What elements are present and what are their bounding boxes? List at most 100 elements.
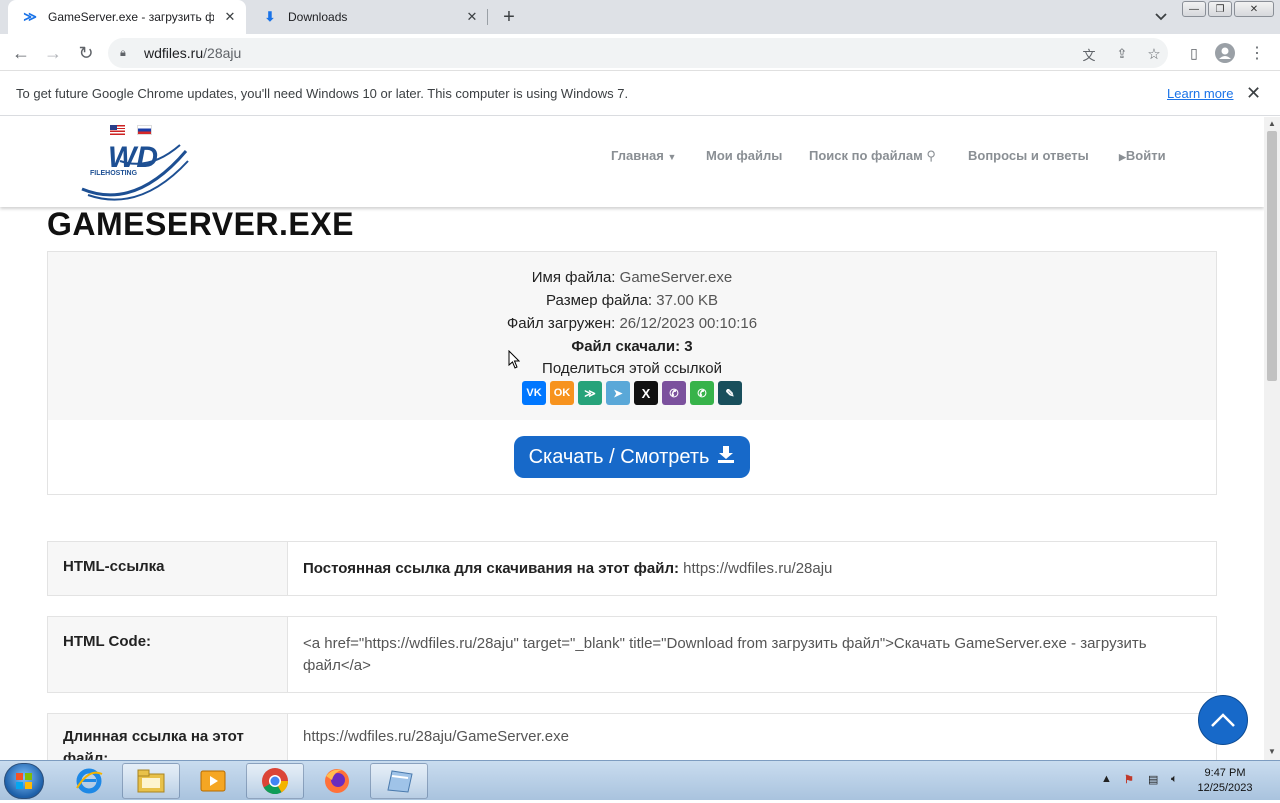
- odnoklassniki-icon[interactable]: OK: [550, 381, 574, 405]
- html-link-value-cell: Постоянная ссылка для скачивания на этот…: [288, 542, 1216, 595]
- restore-button[interactable]: ❐: [1208, 1, 1232, 17]
- page-scrollbar[interactable]: ▲ ▼: [1264, 117, 1280, 760]
- reload-button[interactable]: ↻: [73, 40, 99, 66]
- network-icon[interactable]: ▤: [1148, 773, 1158, 786]
- profile-avatar-icon[interactable]: [1212, 40, 1238, 66]
- file-size-label: Размер файла:: [546, 292, 653, 309]
- scroll-up-arrow-icon[interactable]: ▲: [1268, 119, 1276, 128]
- html-code-row: HTML Code: <a href="https://wdfiles.ru/2…: [47, 616, 1217, 693]
- internet-explorer-icon[interactable]: [60, 763, 118, 799]
- nav-login[interactable]: ▶Войти: [1119, 148, 1166, 163]
- tab-gameserver[interactable]: ≫ GameServer.exe - загрузить фай ✕: [8, 0, 246, 34]
- translate-icon[interactable]: 文: [1080, 45, 1098, 63]
- url-text: wdfiles.ru/28aju: [144, 45, 241, 61]
- new-tab-button[interactable]: +: [497, 5, 521, 29]
- windows-taskbar: ▲ ⚑ ▤ 🔈︎ 9:47 PM 12/25/2023: [0, 760, 1280, 800]
- system-clock[interactable]: 9:47 PM 12/25/2023: [1190, 766, 1260, 796]
- show-hidden-icons-icon[interactable]: ▲: [1101, 773, 1112, 785]
- lock-icon[interactable]: 🔒︎: [120, 47, 136, 60]
- russian-flag-icon[interactable]: [137, 125, 152, 135]
- file-heading: GAMESERVER.EXE: [47, 206, 354, 242]
- forward-button[interactable]: →: [40, 40, 66, 66]
- nav-home-label: Главная: [611, 148, 664, 163]
- infobar-message: To get future Google Chrome updates, you…: [16, 86, 629, 101]
- file-explorer-icon[interactable]: [122, 763, 180, 799]
- infobar-close-icon[interactable]: ✕: [1246, 83, 1261, 104]
- upload-date-row: Файл загружен: 26/12/2023 00:10:16: [48, 315, 1216, 332]
- permanent-link-label: Постоянная ссылка для скачивания на этот…: [303, 560, 679, 577]
- address-bar[interactable]: 🔒︎ wdfiles.ru/28aju 文 ⇪ ☆: [108, 38, 1168, 68]
- download-button[interactable]: Скачать / Смотреть: [514, 436, 750, 478]
- download-count: Файл скачали: 3: [571, 338, 693, 355]
- url-host: wdfiles.ru: [144, 45, 204, 61]
- file-info-panel: Имя файла: GameServer.exe Размер файла: …: [47, 251, 1217, 421]
- tab-downloads[interactable]: ⬇ Downloads ✕: [248, 0, 488, 34]
- tab-strip: ≫ GameServer.exe - загрузить фай ✕ ⬇ Dow…: [0, 0, 1280, 34]
- update-infobar: To get future Google Chrome updates, you…: [0, 71, 1280, 116]
- chrome-icon[interactable]: [246, 763, 304, 799]
- caret-down-icon: ▼: [667, 152, 677, 162]
- nav-login-label: Войти: [1125, 148, 1166, 163]
- whatsapp-icon[interactable]: ✆: [690, 381, 714, 405]
- html-code-value[interactable]: <a href="https://wdfiles.ru/28aju" targe…: [288, 617, 1216, 692]
- minimize-button[interactable]: —: [1182, 1, 1206, 17]
- tab-title: GameServer.exe - загрузить фай: [48, 10, 214, 24]
- side-panel-icon[interactable]: ▯: [1181, 40, 1207, 66]
- back-button[interactable]: ←: [8, 40, 34, 66]
- scroll-to-top-button[interactable]: [1198, 695, 1248, 745]
- file-size-value: 37.00 KB: [656, 292, 718, 309]
- scrollbar-thumb[interactable]: [1267, 131, 1277, 381]
- x-icon[interactable]: X: [634, 381, 658, 405]
- tab-close-icon[interactable]: ✕: [222, 9, 238, 25]
- page-viewport: WD FILEHOSTING Главная ▼ Мои файлы Поиск…: [0, 117, 1264, 760]
- scroll-down-arrow-icon[interactable]: ▼: [1268, 747, 1276, 756]
- volume-muted-icon[interactable]: 🔈︎: [1171, 773, 1178, 786]
- search-icon: ⚲: [926, 148, 936, 163]
- nav-search[interactable]: Поиск по файлам ⚲: [809, 148, 936, 164]
- html-link-row: HTML-ссылка Постоянная ссылка для скачив…: [47, 541, 1217, 596]
- wdfiles-favicon-icon: ≫: [23, 9, 37, 24]
- livejournal-icon[interactable]: ✎: [718, 381, 742, 405]
- vk-icon[interactable]: VK: [522, 381, 546, 405]
- site-logo[interactable]: WD FILEHOSTING: [80, 141, 190, 203]
- file-size-row: Размер файла: 37.00 KB: [48, 292, 1216, 309]
- window-close-button[interactable]: ✕: [1234, 1, 1274, 17]
- file-name-value: GameServer.exe: [619, 269, 733, 286]
- window-controls: — ❐ ✕: [1182, 1, 1274, 17]
- file-name-row: Имя файла: GameServer.exe: [48, 269, 1216, 286]
- english-flag-icon[interactable]: [110, 125, 125, 135]
- caret-right-icon: ▶: [1119, 152, 1126, 162]
- nav-home[interactable]: Главная ▼: [611, 148, 676, 163]
- download-icon: [717, 445, 735, 469]
- permanent-link-url[interactable]: https://wdfiles.ru/28aju: [683, 560, 832, 577]
- telegram-icon[interactable]: ➤: [606, 381, 630, 405]
- html-code-key: HTML Code:: [48, 617, 288, 692]
- app-window-icon[interactable]: [370, 763, 428, 799]
- nav-my-files[interactable]: Мои файлы: [706, 148, 782, 163]
- learn-more-link[interactable]: Learn more: [1167, 86, 1233, 101]
- file-name-label: Имя файла:: [531, 269, 616, 286]
- bookmark-star-icon[interactable]: ☆: [1145, 45, 1163, 63]
- share-buttons: VK OK ≫ ➤ X ✆ ✆ ✎: [522, 381, 742, 405]
- download-button-label: Скачать / Смотреть: [528, 445, 710, 468]
- nav-faq[interactable]: Вопросы и ответы: [968, 148, 1089, 163]
- tab-search-chevron-icon[interactable]: [1150, 6, 1172, 28]
- clock-time: 9:47 PM: [1204, 767, 1246, 779]
- upload-date-label: Файл загружен:: [506, 315, 616, 332]
- sferum-icon[interactable]: ≫: [578, 381, 602, 405]
- menu-kebab-icon[interactable]: ⋮: [1244, 40, 1270, 66]
- long-link-key: Длинная ссылка на этот файл:: [48, 714, 288, 760]
- start-button[interactable]: [4, 763, 44, 799]
- share-icon[interactable]: ⇪: [1113, 45, 1131, 63]
- long-link-value[interactable]: https://wdfiles.ru/28aju/GameServer.exe: [288, 714, 1216, 760]
- firefox-icon[interactable]: [308, 763, 366, 799]
- download-panel: Скачать / Смотреть: [47, 420, 1217, 495]
- tab-close-icon[interactable]: ✕: [464, 9, 480, 25]
- tab-title: Downloads: [288, 10, 348, 24]
- action-center-flag-icon[interactable]: ⚑: [1124, 773, 1134, 786]
- viber-icon[interactable]: ✆: [662, 381, 686, 405]
- browser-toolbar: ← → ↻ 🔒︎ wdfiles.ru/28aju 文 ⇪ ☆ ▯ ⋮: [0, 34, 1280, 71]
- nav-search-label: Поиск по файлам: [809, 148, 923, 163]
- upload-date-value: 26/12/2023 00:10:16: [619, 315, 758, 332]
- media-player-icon[interactable]: [184, 763, 242, 799]
